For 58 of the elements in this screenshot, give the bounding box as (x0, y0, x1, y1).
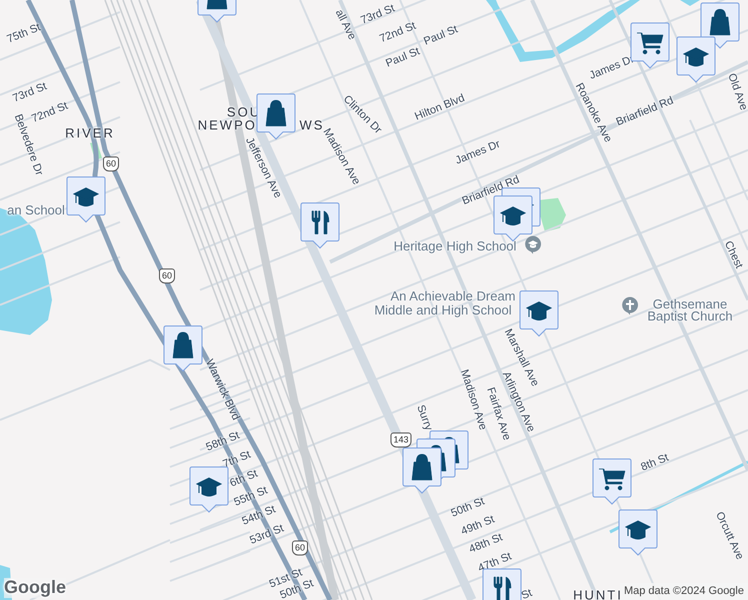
school-icon (525, 236, 541, 254)
street-label: Hilton Blvd (414, 93, 466, 123)
route-shield: 60 (292, 540, 308, 556)
route-shield: 60 (159, 268, 175, 284)
place-name: Baptist Church (647, 310, 733, 322)
shopping-bag-icon (266, 100, 286, 126)
place-name: An Achievable Dream (390, 290, 516, 302)
place-name: Heritage High School (394, 240, 516, 252)
shopping-map-marker[interactable] (402, 447, 442, 495)
route-shield: 143 (390, 432, 412, 448)
school-map-marker[interactable] (189, 466, 229, 514)
graduation-cap-icon (684, 48, 708, 66)
graduation-cap-icon (626, 520, 650, 540)
place-name: Gethsemane (652, 298, 728, 310)
place-label: WS (300, 118, 324, 132)
street-label: 53rd St (248, 523, 286, 547)
street-label: Chest (722, 240, 744, 270)
restaurant-map-marker[interactable] (300, 202, 340, 250)
street-label: Paul St (384, 46, 422, 70)
cross-icon (622, 297, 638, 315)
shopping-bag-icon (206, 0, 228, 10)
shopping-cart-icon (636, 32, 664, 54)
shopping-bag-icon (412, 454, 432, 480)
park-area (90, 142, 102, 160)
place-name: Middle and High School (374, 304, 512, 316)
shopping-bag-icon (710, 9, 730, 36)
street-label: James Dr (454, 139, 502, 167)
street-label: Surry (414, 404, 434, 432)
shopping-map-marker[interactable] (163, 325, 203, 373)
shopping-bag-icon (172, 332, 194, 358)
street-label: all Ave (332, 8, 358, 42)
graduation-cap-icon (526, 302, 552, 320)
street-label: Old Ave (725, 72, 748, 112)
street-label: Paul St (422, 24, 460, 48)
street-label: Madison Ave (458, 368, 488, 432)
street-label: 8th St (640, 452, 670, 474)
street-label: 75th St (6, 22, 42, 46)
map-provider-logo: Google (4, 578, 66, 598)
graduation-cap-icon (74, 188, 98, 206)
fork-and-knife-icon (312, 210, 330, 234)
street-label: 73rd St (12, 81, 48, 105)
graduation-cap-icon (196, 478, 222, 496)
shopping-cart-icon (598, 468, 626, 490)
school-map-marker[interactable] (618, 509, 658, 557)
place-label: RIVER (65, 126, 115, 140)
map-canvas[interactable] (0, 0, 748, 600)
fork-and-knife-icon (494, 576, 512, 600)
graduation-cap-icon (500, 206, 526, 226)
water (680, 0, 700, 6)
route-shield: 60 (103, 156, 119, 172)
school-map-marker[interactable] (676, 36, 716, 84)
street-label: 47th St (476, 551, 514, 575)
grocery-map-marker[interactable] (592, 458, 632, 506)
street-label: 6th St (228, 468, 260, 490)
street-label: Orcutt Ave (713, 510, 745, 562)
street-label: St (520, 588, 534, 600)
school-map-marker[interactable] (66, 176, 106, 224)
shopping-map-marker[interactable] (700, 2, 740, 50)
